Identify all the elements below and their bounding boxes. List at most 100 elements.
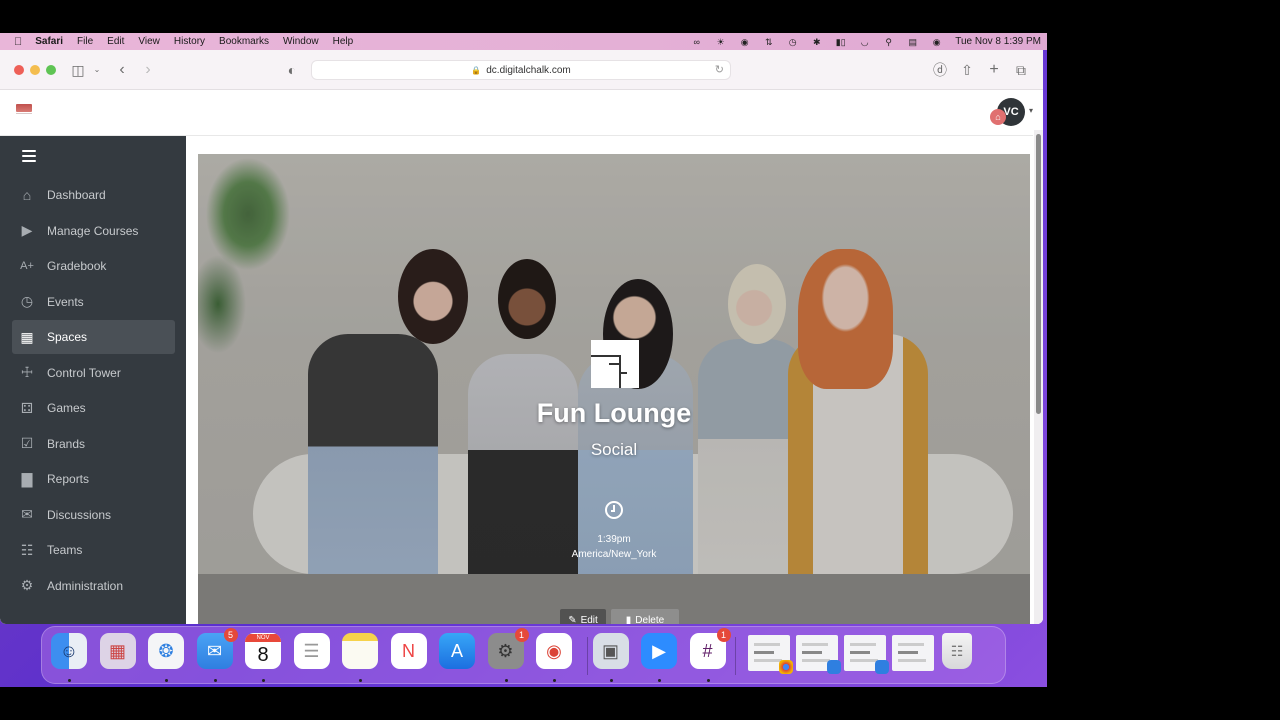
minimize-window-button[interactable] — [30, 65, 40, 75]
dock: ☺ ▦ ❂ ✉ 5 NOV 8 ☰ N A ⚙ 1 ◉ ▣ ▶ #1 ☷ — [41, 626, 1006, 684]
sidebar-item-discussions[interactable]: ✉ Discussions — [12, 498, 175, 532]
creative-cloud-icon[interactable]: ∞ — [691, 37, 702, 47]
screen-time-icon[interactable]: ◷ — [787, 37, 798, 47]
trash-icon: ▮ — [625, 614, 632, 625]
sidebar-item-dashboard[interactable]: ⌂ Dashboard — [12, 178, 175, 212]
wifi-icon[interactable]: ◡ — [859, 37, 870, 47]
home-icon: ⌂ — [22, 187, 32, 203]
sidebar-item-label: Teams — [47, 543, 83, 557]
brightness-icon[interactable]: ☀ — [715, 37, 726, 47]
spaces-icon — [591, 340, 639, 388]
mail-window-thumbnail[interactable] — [796, 635, 841, 674]
finder-icon[interactable]: ☺ — [51, 633, 87, 669]
share-icon[interactable]: ⇧ — [959, 61, 975, 79]
space-timezone: America/New_York — [571, 549, 657, 560]
space-title: Fun Lounge — [536, 398, 692, 428]
sidebar-item-reports[interactable]: ▇ Reports — [12, 462, 175, 496]
address-bar[interactable]: 🔒 dc.digitalchalk.com ↻ — [311, 60, 731, 80]
sidebar-item-label: Gradebook — [47, 259, 107, 273]
space-category: Social — [590, 440, 638, 459]
menu-history[interactable]: History — [174, 36, 205, 47]
user-menu-caret-icon[interactable]: ▾ — [1029, 106, 1033, 115]
menu-bar:  Safari File Edit View History Bookmark… — [0, 33, 1047, 50]
privacy-shield-icon[interactable]: ◐ — [285, 61, 299, 79]
play-square-icon: ▶ — [21, 222, 33, 238]
sidebar-item-games[interactable]: ⚃ Games — [12, 391, 175, 425]
notes-icon[interactable] — [342, 633, 378, 669]
sidebar-item-control-tower[interactable]: ☩ Control Tower — [12, 356, 175, 390]
system-preferences-icon[interactable]: ⚙ 1 — [487, 628, 529, 669]
new-tab-icon[interactable]: + — [986, 61, 1002, 79]
control-center-icon[interactable]: ▤ — [907, 37, 918, 47]
close-window-button[interactable] — [14, 65, 24, 75]
sidebar-item-label: Brands — [47, 436, 86, 451]
fullscreen-window-button[interactable] — [46, 65, 56, 75]
chrome-icon[interactable]: ◉ — [536, 633, 572, 669]
scrollbar-thumb[interactable] — [1036, 134, 1041, 414]
trash-icon[interactable]: ☷ — [942, 633, 972, 669]
back-icon[interactable]: ‹ — [115, 61, 129, 79]
download-icon[interactable]: ⓓ — [932, 61, 948, 79]
zoom-icon[interactable]: ▶ — [641, 633, 677, 669]
edit-icon: ✎ — [568, 614, 577, 625]
digitalchalk-logo[interactable] — [16, 104, 32, 114]
calendar-icon[interactable]: NOV 8 — [245, 633, 281, 669]
control-tower-icon: ☩ — [20, 364, 34, 380]
grammarly-icon[interactable]: ◉ — [739, 37, 750, 47]
mail-window-thumbnail[interactable] — [844, 635, 889, 674]
sidebar-item-brands[interactable]: ☑ Brands — [12, 427, 175, 461]
chrome-icon — [779, 660, 793, 674]
safari-icon[interactable]: ❂ — [148, 633, 184, 669]
reminders-icon[interactable]: ☰ — [293, 633, 330, 669]
menu-bookmarks[interactable]: Bookmarks — [219, 36, 269, 47]
siri-icon[interactable]: ◉ — [931, 37, 942, 47]
app-header: VC ⌂ ▾ — [0, 90, 1033, 136]
delete-space-button[interactable]: ▮ Delete — [611, 609, 679, 624]
chevron-down-icon[interactable]: ⌄ — [92, 61, 102, 79]
menu-file[interactable]: File — [77, 36, 93, 47]
battery-icon[interactable]: ▮▯ — [835, 37, 846, 47]
sidebar-item-manage-courses[interactable]: ▶ Manage Courses — [12, 214, 175, 248]
reload-icon[interactable]: ↻ — [715, 63, 724, 76]
sidebar-item-gradebook[interactable]: A+ Gradebook — [12, 249, 175, 283]
running-indicator — [165, 679, 168, 682]
sidebar: ⌂ Dashboard ▶ Manage Courses A+ Gradebook ◷ Eve… — [0, 136, 186, 624]
forward-icon[interactable]: › — [141, 61, 155, 79]
network-icon[interactable]: ⇅ — [763, 37, 774, 47]
running-indicator — [504, 679, 508, 682]
dock-separator — [735, 637, 736, 675]
menubar-clock[interactable]: Tue Nov 8 1:39 PM — [955, 36, 1041, 47]
notification-badge: 1 — [514, 628, 529, 642]
notification-badge: 1 — [716, 628, 731, 642]
sidebar-item-administration[interactable]: ⚙ Administration — [12, 569, 175, 603]
tab-overview-icon[interactable]: ⧉ — [1013, 61, 1029, 79]
menu-edit[interactable]: Edit — [107, 36, 124, 47]
sidebar-item-spaces[interactable]: ▦ Spaces — [12, 320, 175, 354]
menu-help[interactable]: Help — [333, 36, 354, 47]
menu-view[interactable]: View — [138, 36, 160, 47]
launchpad-icon[interactable]: ▦ — [99, 633, 136, 669]
menu-window[interactable]: Window — [283, 36, 319, 47]
preview-icon[interactable]: ▣ — [592, 633, 629, 669]
menu-app-name[interactable]: Safari — [35, 36, 63, 47]
space-time: 1:39pm — [597, 534, 631, 545]
page-scrollbar[interactable] — [1034, 130, 1043, 624]
sidebar-icon[interactable]: ◫ — [70, 61, 86, 79]
apple-logo-icon[interactable]:  — [14, 36, 22, 48]
bluetooth-icon[interactable]: ✱ — [811, 37, 822, 47]
slack-icon[interactable]: #1 — [689, 628, 731, 669]
url-text[interactable]: dc.digitalchalk.com — [486, 65, 570, 76]
sidebar-item-label: Games — [47, 401, 86, 415]
edit-space-button[interactable]: ✎ Edit — [560, 609, 606, 624]
sidebar-item-teams[interactable]: ☷ Teams — [12, 533, 175, 567]
dice-icon: ⚃ — [20, 399, 34, 416]
spotlight-icon[interactable]: ⚲ — [883, 37, 894, 47]
hamburger-menu-icon[interactable] — [22, 150, 36, 162]
document-window-thumbnail[interactable] — [892, 635, 934, 671]
app-store-icon[interactable]: A — [439, 633, 475, 669]
sidebar-item-events[interactable]: ◷ Events — [12, 285, 175, 319]
chrome-window-thumbnail[interactable] — [748, 635, 793, 674]
mail-icon[interactable]: ✉ 5 — [196, 628, 238, 669]
news-icon[interactable]: N — [390, 633, 427, 669]
brand-edit-icon: ☑ — [20, 435, 34, 451]
